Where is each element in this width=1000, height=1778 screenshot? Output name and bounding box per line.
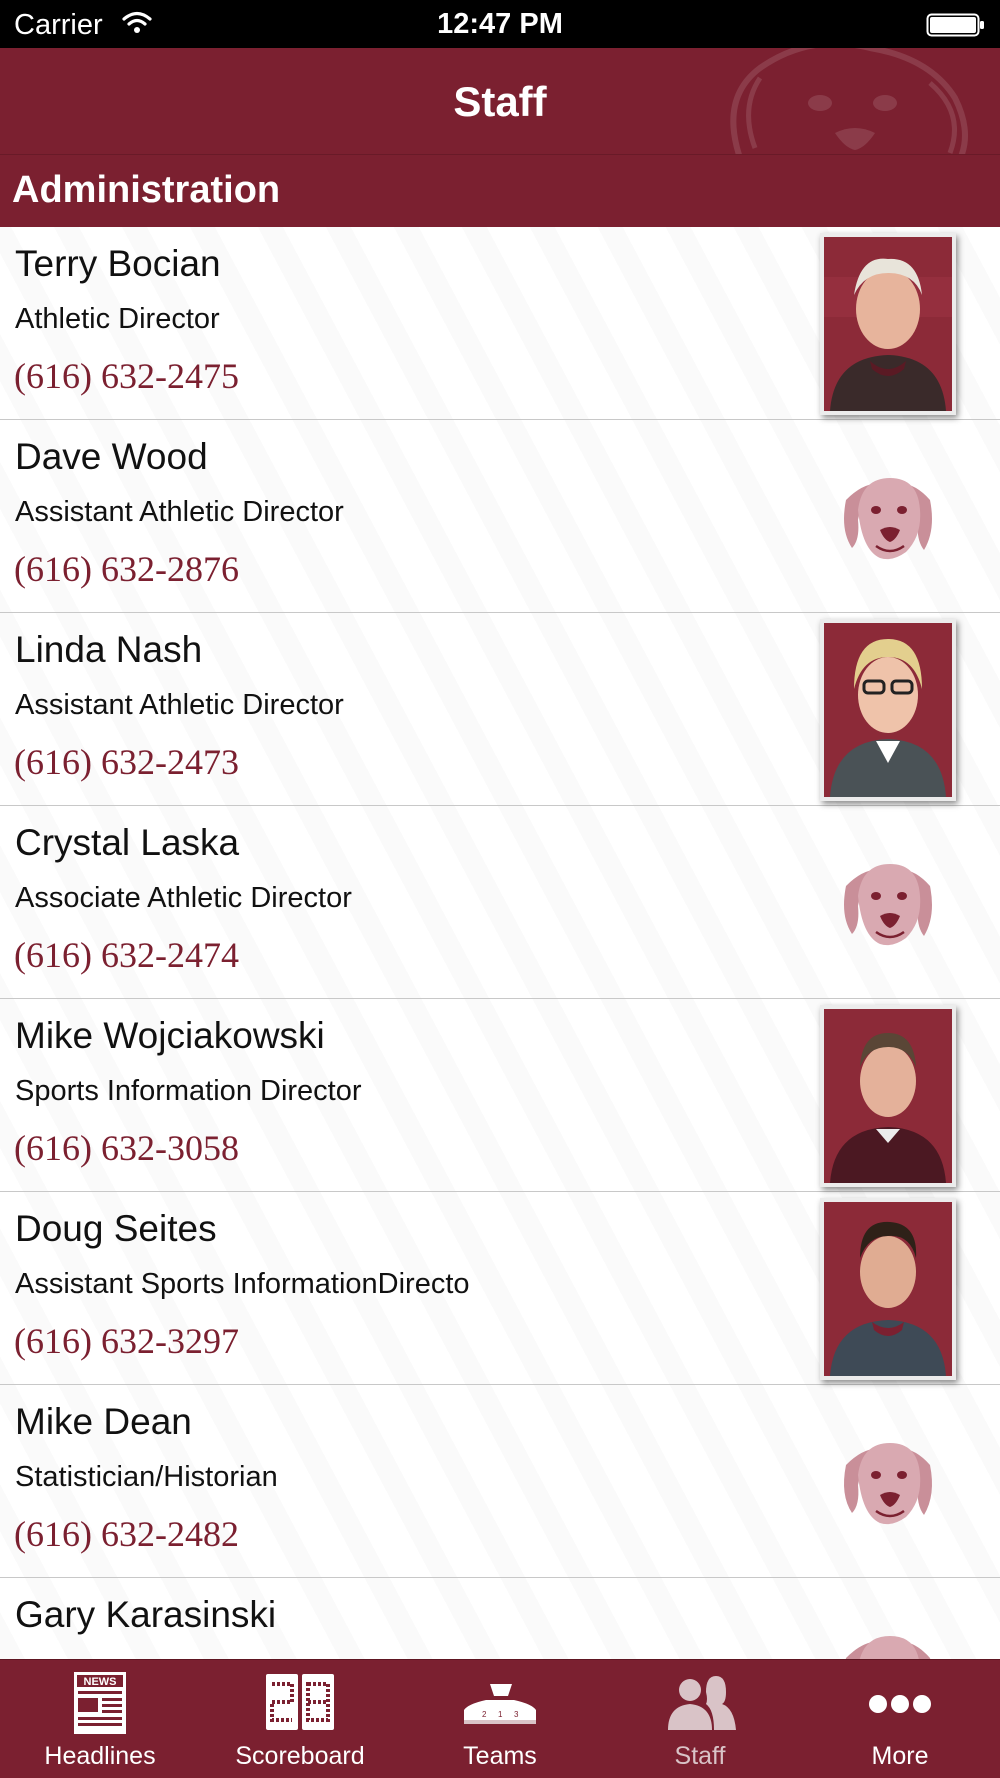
svg-text:NEWS: NEWS bbox=[84, 1676, 117, 1688]
tab-label: Headlines bbox=[44, 1742, 156, 1770]
mascot-logo-icon bbox=[836, 1628, 940, 1659]
status-bar: Carrier 12:47 PM bbox=[0, 0, 1000, 48]
staff-phone-link[interactable]: (616) 632-2482 bbox=[14, 1513, 239, 1555]
tab-staff[interactable]: Staff bbox=[600, 1660, 800, 1778]
staff-name: Crystal Laska bbox=[15, 822, 240, 863]
staff-row[interactable]: Doug Seites Assistant Sports Information… bbox=[0, 1192, 1000, 1385]
staff-title: Assistant Sports InformationDirecto bbox=[15, 1268, 470, 1300]
staff-list[interactable]: Terry Bocian Athletic Director (616) 632… bbox=[0, 227, 1000, 1659]
mascot-logo-icon bbox=[836, 470, 940, 562]
staff-name: Mike Dean bbox=[15, 1401, 192, 1442]
svg-text:1: 1 bbox=[498, 1710, 503, 1719]
staff-name: Linda Nash bbox=[15, 629, 203, 670]
tab-label: Scoreboard bbox=[235, 1742, 365, 1770]
staff-name: Mike Wojciakowski bbox=[15, 1015, 325, 1056]
staff-name: Dave Wood bbox=[15, 436, 208, 477]
staff-title: Sports Information Director bbox=[15, 1075, 362, 1107]
staff-title: Assistant Athletic Director bbox=[15, 496, 344, 528]
staff-title: Statistician/Historian bbox=[15, 1461, 278, 1493]
staff-phone-link[interactable]: (616) 632-2473 bbox=[14, 741, 239, 783]
staff-row[interactable]: Terry Bocian Athletic Director (616) 632… bbox=[0, 227, 1000, 420]
staff-row[interactable]: Mike Wojciakowski Sports Information Dir… bbox=[0, 999, 1000, 1192]
battery-icon bbox=[926, 13, 984, 37]
staff-phone-link[interactable]: (616) 632-3058 bbox=[14, 1127, 239, 1169]
tab-label: Teams bbox=[463, 1742, 537, 1770]
tab-teams[interactable]: 2 1 3 Teams bbox=[400, 1660, 600, 1778]
nav-bar: Staff bbox=[0, 48, 1000, 155]
more-dots-icon bbox=[869, 1695, 931, 1713]
tab-headlines[interactable]: NEWS Headlines bbox=[0, 1660, 200, 1778]
staff-row[interactable]: Crystal Laska Associate Athletic Directo… bbox=[0, 806, 1000, 999]
staff-name: Doug Seites bbox=[15, 1208, 217, 1249]
svg-text:3: 3 bbox=[514, 1710, 519, 1719]
tab-label: More bbox=[871, 1742, 929, 1770]
newspaper-icon: NEWS bbox=[74, 1672, 126, 1734]
staff-photo bbox=[820, 233, 956, 415]
staff-row[interactable]: Mike Dean Statistician/Historian (616) 6… bbox=[0, 1385, 1000, 1578]
staff-photo bbox=[820, 1005, 956, 1187]
status-time: 12:47 PM bbox=[437, 8, 563, 40]
staff-phone-link[interactable]: (616) 632-3297 bbox=[14, 1320, 239, 1362]
staff-row[interactable]: Gary Karasinski bbox=[0, 1578, 1000, 1659]
tab-label: Staff bbox=[674, 1742, 726, 1770]
tab-scoreboard[interactable]: Scoreboard bbox=[200, 1660, 400, 1778]
staff-phone-link[interactable]: (616) 632-2475 bbox=[14, 355, 239, 397]
scoreboard-icon bbox=[266, 1674, 334, 1730]
staff-title: Athletic Director bbox=[15, 303, 220, 335]
staff-phone-link[interactable]: (616) 632-2474 bbox=[14, 934, 239, 976]
podium-icon: 2 1 3 bbox=[464, 1684, 536, 1724]
staff-name: Terry Bocian bbox=[15, 243, 221, 284]
staff-row[interactable]: Linda Nash Assistant Athletic Director (… bbox=[0, 613, 1000, 806]
staff-title: Assistant Athletic Director bbox=[15, 689, 344, 721]
staff-name: Gary Karasinski bbox=[15, 1594, 277, 1635]
staff-row[interactable]: Dave Wood Assistant Athletic Director (6… bbox=[0, 420, 1000, 613]
staff-photo bbox=[820, 1198, 956, 1380]
tab-more[interactable]: More bbox=[800, 1660, 1000, 1778]
page-title: Staff bbox=[453, 78, 547, 125]
staff-title: Associate Athletic Director bbox=[15, 882, 352, 914]
staff-photo bbox=[820, 619, 956, 801]
section-title: Administration bbox=[12, 169, 281, 211]
people-icon bbox=[668, 1676, 736, 1730]
svg-text:2: 2 bbox=[482, 1710, 487, 1719]
mascot-logo-icon bbox=[836, 856, 940, 948]
section-header: Administration bbox=[0, 155, 1000, 227]
mascot-logo-icon bbox=[836, 1435, 940, 1527]
staff-phone-link[interactable]: (616) 632-2876 bbox=[14, 548, 239, 590]
tab-bar: NEWS Headlines Scoreboard 2 1 3 Teams St… bbox=[0, 1659, 1000, 1778]
